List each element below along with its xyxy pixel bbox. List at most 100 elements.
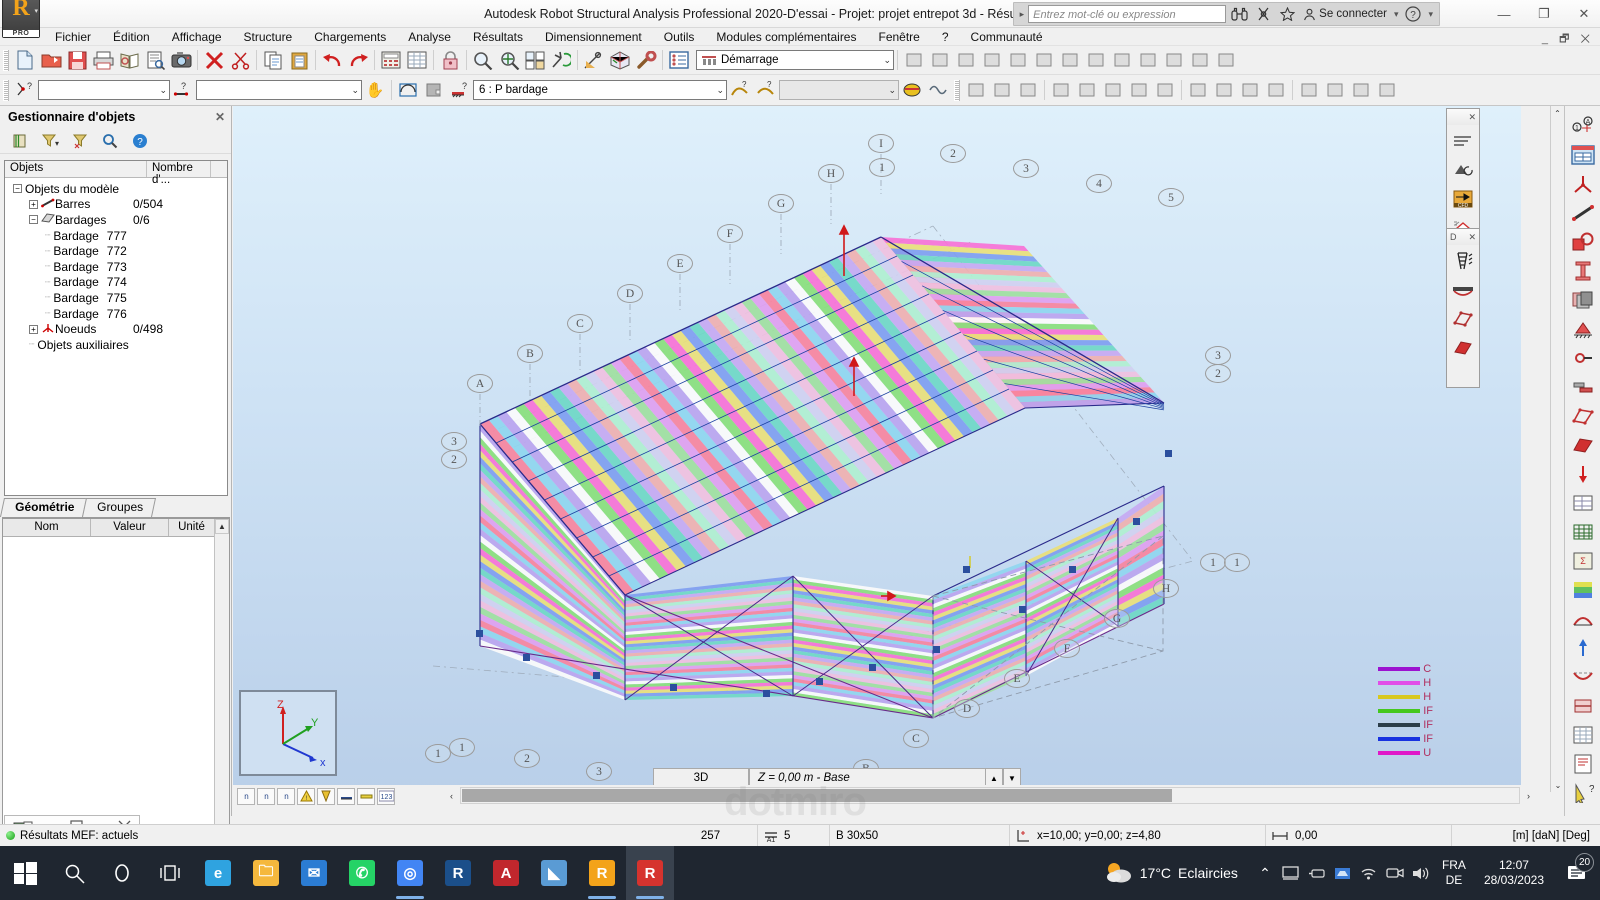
delete-icon[interactable] (201, 48, 227, 73)
node-combo[interactable]: ⌄ (38, 80, 170, 100)
app-logo-button[interactable]: R ▾ PRO (2, 0, 40, 38)
menu-item-affichage[interactable]: Affichage (161, 29, 233, 45)
wave-icon[interactable] (925, 78, 951, 103)
load-icon[interactable] (1568, 460, 1598, 488)
warning-icon[interactable]: ! (297, 787, 315, 805)
support-def-icon[interactable] (1005, 48, 1031, 73)
node-def-icon[interactable] (927, 48, 953, 73)
panel-fill-icon[interactable] (1449, 334, 1477, 362)
panel-def-icon[interactable] (979, 48, 1005, 73)
tree-row[interactable]: + Barres 0/504 (7, 197, 227, 213)
tree-row[interactable]: ┈ Bardage 774 (7, 275, 227, 291)
dim-icon[interactable] (1187, 48, 1213, 73)
weather-widget[interactable]: 17°C Eclaircies (1103, 860, 1252, 886)
tray-chevron-icon[interactable]: ⌃ (1252, 865, 1278, 882)
combination-icon[interactable] (1568, 489, 1598, 517)
contour-icon[interactable] (1449, 127, 1477, 155)
object-icon[interactable] (1074, 78, 1100, 103)
collapse-icon[interactable]: − (29, 215, 38, 225)
search-input[interactable]: Entrez mot-clé ou expression (1028, 5, 1227, 23)
truss-icon[interactable] (1348, 78, 1374, 103)
vscroll-up-button[interactable]: ⌃ (1551, 106, 1564, 120)
table-icon[interactable] (1374, 78, 1400, 103)
bar-add-icon[interactable] (989, 78, 1015, 103)
collapse-icon[interactable]: − (13, 184, 22, 194)
calculator-icon[interactable] (378, 48, 404, 73)
star-icon[interactable] (1276, 4, 1298, 24)
extra-combo[interactable]: ⌄ (779, 80, 899, 100)
wind-icon[interactable] (1322, 78, 1348, 103)
tree-row[interactable]: − Bardages 0/6 (7, 212, 227, 228)
tree-row[interactable]: ┈ Bardage 772 (7, 243, 227, 259)
offset-icon[interactable] (1152, 78, 1178, 103)
cross-icon[interactable] (1211, 78, 1237, 103)
load-def-icon[interactable] (1057, 48, 1083, 73)
print-preview-icon[interactable] (116, 48, 142, 73)
robot-icon[interactable]: R (578, 846, 626, 900)
node-add-icon[interactable] (1015, 78, 1041, 103)
hscroll-left-button[interactable]: ‹ (444, 787, 459, 804)
floating-toolbar-2-titlebar[interactable]: D ✕ (1447, 229, 1479, 245)
diagram-icon[interactable] (1568, 605, 1598, 633)
menu-item-structure[interactable]: Structure (233, 29, 304, 45)
paste-icon[interactable] (286, 48, 312, 73)
mesh-icon[interactable] (1568, 518, 1598, 546)
wifi-icon[interactable] (1356, 866, 1382, 881)
toolbar-grip[interactable] (3, 79, 9, 101)
tree-row[interactable]: ┈ Bardage 773 (7, 259, 227, 275)
display-settings-icon[interactable] (581, 48, 607, 73)
revit-2020-icon[interactable]: R (434, 846, 482, 900)
section-icon[interactable] (395, 78, 421, 103)
node-query-icon[interactable]: ? (12, 78, 38, 103)
close-button[interactable]: ✕ (1576, 6, 1592, 22)
layout-list-icon[interactable] (666, 48, 692, 73)
file-explorer-icon[interactable]: 🗀 (242, 846, 290, 900)
menu-item-analyse[interactable]: Analyse (397, 29, 462, 45)
close-icon[interactable]: ✕ (1468, 232, 1476, 243)
section-icon[interactable] (357, 787, 375, 805)
bar-def-icon[interactable] (953, 48, 979, 73)
lock-icon[interactable] (437, 48, 463, 73)
surface-icon[interactable] (421, 78, 447, 103)
binoculars-icon[interactable] (1228, 4, 1250, 24)
report-def-icon[interactable] (1135, 48, 1161, 73)
globe-icon[interactable] (1161, 48, 1187, 73)
print-icon[interactable] (90, 48, 116, 73)
node-num-icon[interactable]: n (237, 787, 255, 805)
load-curve-icon[interactable]: ? (753, 78, 779, 103)
result-map-icon[interactable] (1568, 576, 1598, 604)
menu-item-fichier[interactable]: Fichier (44, 29, 102, 45)
robot-structural-active-icon[interactable]: R (626, 846, 674, 900)
refresh-view-icon[interactable] (548, 48, 574, 73)
diagonal3-icon[interactable] (1296, 78, 1322, 103)
menu-item-modules-compl-mentaires[interactable]: Modules complémentaires (705, 29, 867, 45)
task-view-icon[interactable] (146, 846, 194, 900)
deform-icon[interactable] (1568, 663, 1598, 691)
tree-row[interactable]: ┈ Bardage 776 (7, 306, 227, 322)
subscription-icon[interactable] (1252, 4, 1274, 24)
support-icon[interactable] (1100, 78, 1126, 103)
help-caret-icon[interactable]: ▾ (1426, 9, 1435, 20)
floating-toolbar-1-titlebar[interactable]: ✕ (1447, 109, 1479, 125)
color-palette-icon[interactable] (899, 78, 925, 103)
brace-icon[interactable] (1185, 78, 1211, 103)
signin-caret-icon[interactable]: ▾ (1392, 9, 1401, 20)
panel-tab-groupes[interactable]: Groupes (82, 498, 157, 517)
scroll-up-button[interactable]: ▲ (215, 519, 229, 534)
windows-start-icon[interactable] (0, 846, 50, 900)
bar-query-icon[interactable]: ? (170, 78, 196, 103)
bar-combo[interactable]: ⌄ (196, 80, 362, 100)
diagonal2-icon[interactable] (1263, 78, 1289, 103)
tower-icon[interactable] (1449, 247, 1477, 275)
zoom-icon[interactable] (470, 48, 496, 73)
layers-icon[interactable] (6, 130, 34, 152)
chrome-icon[interactable]: ◎ (386, 846, 434, 900)
stress-icon[interactable] (1568, 692, 1598, 720)
save-icon[interactable] (64, 48, 90, 73)
release-icon[interactable] (1126, 78, 1152, 103)
maximize-button[interactable]: ❐ (1536, 6, 1552, 22)
diagonal1-icon[interactable] (1237, 78, 1263, 103)
sketchup-icon[interactable]: ◣ (530, 846, 578, 900)
tree-row[interactable]: ┈ Objets auxiliaires (7, 337, 227, 353)
thickness-icon[interactable] (1568, 431, 1598, 459)
